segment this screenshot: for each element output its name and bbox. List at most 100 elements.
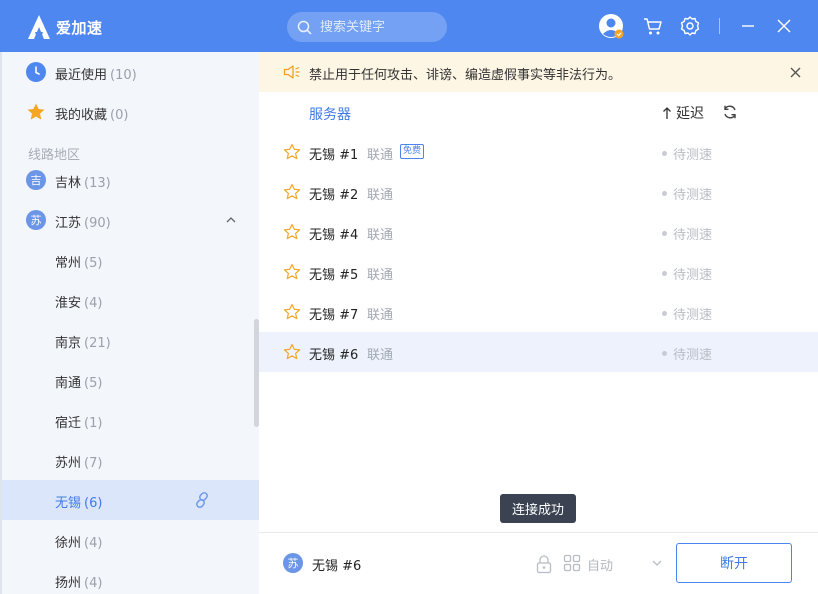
sidebar-city-item-selected[interactable]: 无锡 (6) [2,480,259,520]
sidebar-item-label: 苏州 (7) [55,456,103,471]
server-isp: 联通 [367,148,394,163]
star-icon[interactable] [283,263,301,281]
server-status: 待测速 [662,184,712,203]
server-status: 待测速 [662,224,712,243]
sidebar-item-label: 宿迁 (1) [55,416,103,431]
speaker-icon [283,65,300,79]
notice-banner: 禁止用于任何攻击、诽谤、编造虚假事实等非法行为。 [259,52,818,92]
chevron-down-icon[interactable] [651,557,663,569]
star-icon[interactable] [283,223,301,241]
server-status: 待测速 [662,344,712,363]
server-isp: 联通 [367,268,394,283]
minimize-button[interactable] [735,13,761,39]
province-badge: 苏 [283,553,303,573]
sidebar-city-item[interactable]: 南京 (21) [2,320,259,360]
sidebar-item-jiangsu[interactable]: 苏 江苏 (90) [2,200,259,240]
cart-icon [644,18,662,35]
server-row[interactable]: 无锡 #5 联通 待测速 [259,252,818,292]
server-isp: 联通 [367,308,394,323]
minimize-icon [742,25,754,27]
province-badge: 苏 [26,210,46,230]
status-dot [662,271,667,276]
status-dot [662,151,667,156]
notice-text: 禁止用于任何攻击、诽谤、编造虚假事实等非法行为。 [309,68,622,83]
close-icon[interactable] [790,67,801,78]
sidebar-item-label: 淮安 (4) [55,296,103,311]
sidebar-city-item[interactable]: 宿迁 (1) [2,400,259,440]
province-badge: 吉 [26,170,46,190]
server-name: 无锡 #6 [309,348,359,363]
server-row[interactable]: 无锡 #1 联通 免费 待测速 [259,132,818,172]
app-logo: 爱加速 [26,13,103,41]
connected-server: 无锡 #6 [312,559,362,574]
server-row[interactable]: 无锡 #7 联通 待测速 [259,292,818,332]
avatar-button[interactable] [598,13,624,39]
server-name: 无锡 #2 [309,188,359,203]
cart-button[interactable] [640,13,666,39]
sidebar-item-label: 徐州 (4) [55,536,103,551]
server-isp: 联通 [367,188,394,203]
server-list-header: 服务器 延迟 [259,92,818,132]
star-icon[interactable] [283,183,301,201]
app-name: 爱加速 [56,18,103,37]
sidebar-city-item[interactable]: 南通 (5) [2,360,259,400]
sidebar-item-label: 我的收藏 (0) [55,108,129,123]
disconnect-button[interactable]: 断开 [676,543,792,583]
search-input[interactable] [320,19,440,35]
header-divider [719,18,720,34]
sidebar-city-item[interactable]: 常州 (5) [2,240,259,280]
sidebar: 最近使用 (10) 我的收藏 (0) 线路地区 吉 吉林 (13) 苏 江苏 (90) … [0,52,259,594]
server-row[interactable]: 无锡 #2 联通 待测速 [259,172,818,212]
server-name: 无锡 #5 [309,268,359,283]
search-box[interactable] [287,12,447,42]
status-dot [662,351,667,356]
sidebar-item-label: 吉林 (13) [55,176,111,191]
settings-button[interactable] [677,13,703,39]
sidebar-item-label: 南京 (21) [55,336,111,351]
server-isp: 联通 [367,348,394,363]
connection-tooltip: 连接成功 [500,494,576,523]
column-server[interactable]: 服务器 [309,104,351,124]
column-latency[interactable]: 延迟 [662,103,704,123]
sidebar-city-item[interactable]: 淮安 (4) [2,280,259,320]
server-status: 待测速 [662,144,712,163]
sidebar-city-item[interactable]: 徐州 (4) [2,520,259,560]
refresh-icon[interactable] [722,104,738,120]
sidebar-city-item[interactable]: 扬州 (4) [2,560,259,594]
title-bar: 爱加速 [0,0,818,52]
server-row[interactable]: 无锡 #4 联通 待测速 [259,212,818,252]
sidebar-item-label: 最近使用 (10) [55,68,137,83]
sidebar-item-recent[interactable]: 最近使用 (10) [2,52,259,92]
server-status: 待测速 [662,264,712,283]
server-status: 待测速 [662,304,712,323]
logo-icon [28,15,50,39]
chevron-up-icon[interactable] [225,214,237,226]
close-icon [777,19,791,33]
sidebar-item-jilin[interactable]: 吉 吉林 (13) [2,160,259,200]
server-name: 无锡 #4 [309,228,359,243]
star-icon[interactable] [283,143,301,161]
clock-icon [26,62,46,82]
server-isp: 联通 [367,228,394,243]
close-window-button[interactable] [771,13,797,39]
grid-icon[interactable] [563,554,581,572]
sidebar-city-item[interactable]: 苏州 (7) [2,440,259,480]
server-row-selected[interactable]: 无锡 #6 联通 待测速 [259,332,818,372]
server-name: 无锡 #7 [309,308,359,323]
settings-icon [680,16,700,36]
avatar-icon [599,14,624,39]
lock-icon[interactable] [535,554,553,574]
sidebar-item-label: 扬州 (4) [55,576,103,591]
sidebar-item-label: 无锡 (6) [55,496,103,511]
star-icon[interactable] [283,343,301,361]
link-icon [196,492,208,508]
search-icon [297,20,312,35]
connection-bar: 苏 无锡 #6 自动 断开 [259,532,818,594]
status-dot [662,231,667,236]
sidebar-item-label: 南通 (5) [55,376,103,391]
status-dot [662,191,667,196]
mode-select[interactable]: 自动 [587,555,613,574]
sidebar-item-label: 江苏 (90) [55,216,111,231]
star-icon[interactable] [283,303,301,321]
sidebar-item-favorites[interactable]: 我的收藏 (0) [2,92,259,132]
